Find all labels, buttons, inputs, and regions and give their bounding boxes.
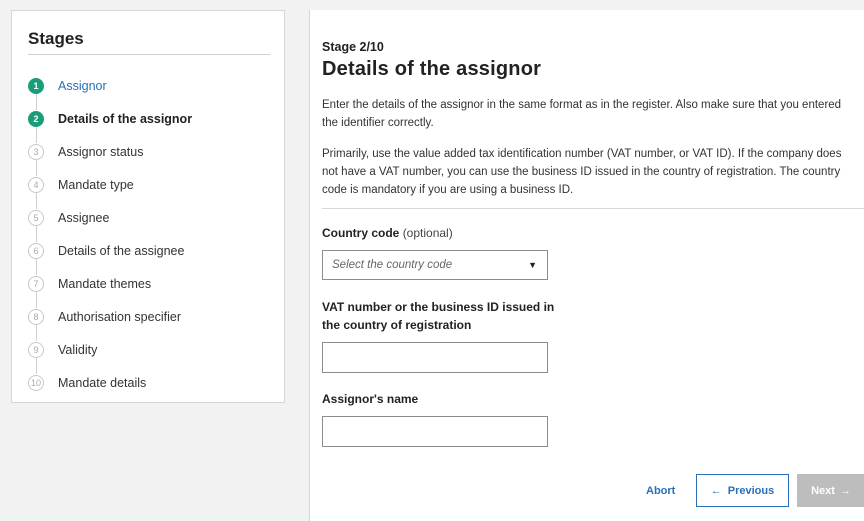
stage-item-assignor-status[interactable]: 3 Assignor status xyxy=(28,135,278,176)
stage-connector xyxy=(35,127,37,143)
stage-connector xyxy=(35,325,37,341)
arrow-left-icon: ← xyxy=(710,484,722,497)
stage-list: 1 Assignor 2 Details of the assignor 3 A… xyxy=(28,69,278,399)
stage-number-badge: 1 xyxy=(28,77,44,94)
stage-number-badge: 4 xyxy=(28,176,44,193)
stage-label: Authorisation specifier xyxy=(58,309,181,324)
vat-number-label: VAT number or the business ID issued in … xyxy=(322,300,555,332)
stage-number-badge: 6 xyxy=(28,242,44,259)
stage-item-authorisation-specifier[interactable]: 8 Authorisation specifier xyxy=(28,300,278,341)
stage-item-assignor[interactable]: 1 Assignor xyxy=(28,69,278,110)
description-paragraph: Primarily, use the value added tax ident… xyxy=(322,148,842,196)
stage-label: Assignee xyxy=(58,210,110,225)
stage-connector xyxy=(35,259,37,275)
stage-label: Validity xyxy=(58,342,98,357)
stage-connector xyxy=(35,193,37,209)
stage-counter: Stage 2/10 xyxy=(322,40,384,54)
stage-item-details-of-assignor[interactable]: 2 Details of the assignor xyxy=(28,102,278,143)
stage-item-mandate-details[interactable]: 10 Mandate details xyxy=(28,366,278,399)
stage-item-mandate-themes[interactable]: 7 Mandate themes xyxy=(28,267,278,308)
stage-label: Assignor status xyxy=(58,144,144,159)
stage-number-badge: 10 xyxy=(28,374,44,391)
stage-label: Details of the assignor xyxy=(58,111,193,126)
arrow-right-icon: → xyxy=(839,484,851,497)
next-button[interactable]: Next → xyxy=(797,474,864,507)
stage-label: Mandate themes xyxy=(58,276,152,291)
caret-down-icon: ▼ xyxy=(528,260,537,270)
stage-number-badge: 8 xyxy=(28,308,44,325)
assignor-name-input[interactable] xyxy=(322,416,548,447)
previous-button-label: Previous xyxy=(727,484,775,497)
abort-button[interactable]: Abort xyxy=(646,485,675,497)
country-code-placeholder: Select the country code xyxy=(332,259,453,271)
stage-item-mandate-type[interactable]: 4 Mandate type xyxy=(28,168,278,209)
page-title: Details of the assignor xyxy=(322,58,542,80)
stage-connector xyxy=(35,226,37,242)
vat-number-input[interactable] xyxy=(322,342,548,373)
previous-button[interactable]: ← Previous xyxy=(696,474,789,507)
stage-connector xyxy=(35,160,37,176)
country-code-select[interactable]: Select the country code ▼ xyxy=(322,250,548,280)
stage-item-details-of-assignee[interactable]: 6 Details of the assignee xyxy=(28,234,278,275)
sidebar-title: Stages xyxy=(28,29,84,48)
stage-label: Details of the assignee xyxy=(58,243,185,258)
stage-connector xyxy=(35,292,37,308)
next-button-label: Next xyxy=(811,484,835,497)
section-divider xyxy=(322,208,864,209)
stage-item-validity[interactable]: 9 Validity xyxy=(28,333,278,374)
description-paragraph: Enter the details of the assignor in the… xyxy=(322,99,842,129)
stage-number-badge: 5 xyxy=(28,209,44,226)
stage-connector xyxy=(35,358,37,374)
assignor-name-label: Assignor's name xyxy=(322,392,419,406)
main-panel: Stage 2/10 Details of the assignor Enter… xyxy=(309,10,864,521)
stage-label: Assignor xyxy=(58,78,107,93)
country-code-label: Country code (optional) xyxy=(322,224,453,242)
stage-number-badge: 9 xyxy=(28,341,44,358)
sidebar-divider xyxy=(28,54,270,55)
stage-connector xyxy=(35,94,37,110)
country-code-label-text: Country code xyxy=(322,226,400,240)
stage-label: Mandate details xyxy=(58,375,147,390)
optional-hint: (optional) xyxy=(402,226,453,240)
stages-sidebar: Stages 1 Assignor 2 Details of the assig… xyxy=(11,10,285,403)
stage-number-badge: 2 xyxy=(28,110,44,127)
stage-item-assignee[interactable]: 5 Assignee xyxy=(28,201,278,242)
stage-number-badge: 3 xyxy=(28,143,44,160)
stage-label: Mandate type xyxy=(58,177,134,192)
stage-number-badge: 7 xyxy=(28,275,44,292)
